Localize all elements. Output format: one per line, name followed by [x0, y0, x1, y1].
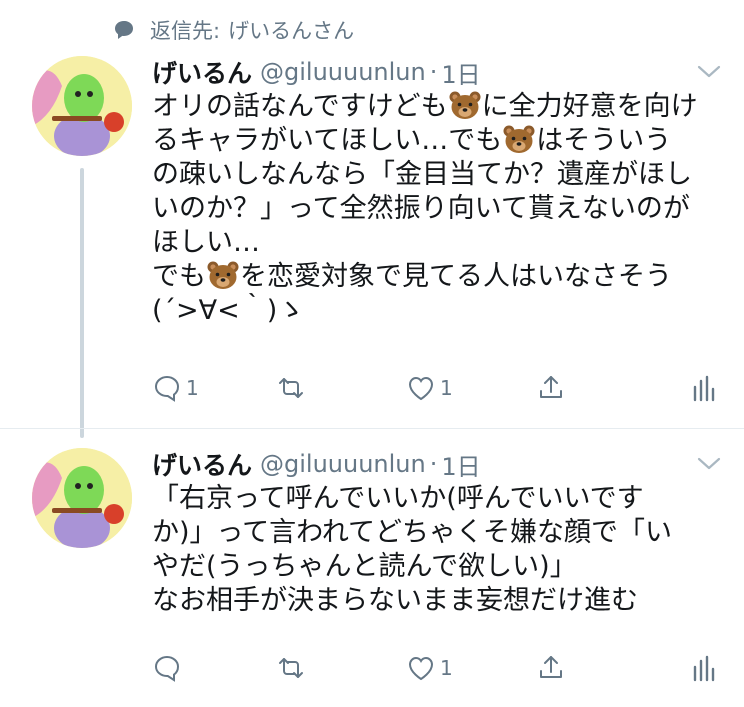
- tweet-text-line: でも を恋愛対象で見てる人はいなさそう: [152, 260, 722, 294]
- tweet-text-segment: に全力好意を向け: [481, 91, 698, 122]
- stats-icon: [693, 375, 715, 402]
- speech-bubble-icon: [115, 21, 133, 39]
- tweet-text-segment: か)」って言われてどちゃくそ嫌な顔で「い: [152, 517, 673, 548]
- timestamp[interactable]: 1日: [441, 55, 480, 90]
- retweet-icon: [279, 658, 303, 678]
- tweet-text-segment: ほしい…: [152, 227, 260, 258]
- retweet-button[interactable]: [276, 368, 310, 408]
- reply-icon: [154, 655, 180, 682]
- tweet-text-line: オリの話なんですけども に全力好意を向け: [152, 90, 722, 124]
- tweet-text-segment: 「右京って呼んでいいか(呼んでいいです: [152, 483, 644, 514]
- reply-context[interactable]: 返信先: げいるんさん: [112, 14, 354, 46]
- tweet-text-line: の疎いしなんなら「金目当てか？遺産がほし: [152, 158, 722, 192]
- avatar[interactable]: [32, 448, 132, 548]
- tweet-text-segment: の疎いしなんなら「金目当てか？遺産がほし: [152, 159, 692, 190]
- retweet-button[interactable]: [276, 648, 310, 688]
- tweet-text-line: ほしい…: [152, 226, 722, 260]
- reply-button[interactable]: 1: [152, 368, 199, 408]
- user-name[interactable]: げいるん: [152, 54, 252, 90]
- user-name[interactable]: げいるん: [152, 446, 252, 482]
- chevron-down-icon[interactable]: [696, 454, 722, 474]
- reply-context-target[interactable]: げいるんさん: [228, 15, 354, 45]
- avatar-image: [32, 56, 132, 156]
- like-button[interactable]: 1: [406, 368, 453, 408]
- reply-icon: [154, 375, 180, 402]
- tweet-text: 「右京って呼んでいいか(呼んでいいです か)」って言われてどちゃくそ嫌な顔で「いや…: [152, 482, 722, 618]
- thread-line: [80, 168, 84, 438]
- tweet-text-line: やだ(うっちゃんと読んで欲しい)」: [152, 550, 722, 584]
- chevron-down-icon[interactable]: [696, 62, 722, 82]
- bear-emoji: [449, 91, 481, 119]
- tweet-text-line: 「右京って呼んでいいか(呼んでいいです: [152, 482, 722, 516]
- heart-icon: [408, 376, 434, 401]
- like-button[interactable]: 1: [406, 648, 453, 688]
- separator-dot: ·: [429, 450, 438, 478]
- tweet-text-line: いのか？」って全然振り向いて貰えないのが: [152, 192, 722, 226]
- heart-icon: [408, 656, 434, 681]
- avatar[interactable]: [32, 56, 132, 156]
- tweet-text-segment: (´>∀<｀)ゝ: [152, 295, 305, 326]
- tweet-text-segment: やだ(うっちゃんと読んで欲しい)」: [152, 551, 577, 582]
- tweet[interactable]: げいるん @giluuuunlun · 1日 「右京って呼んでいいか(呼んでいい…: [0, 440, 744, 707]
- tweet-header: げいるん @giluuuunlun · 1日: [152, 446, 481, 482]
- share-icon: [540, 656, 562, 678]
- like-count: 1: [440, 376, 453, 400]
- stats-icon: [693, 655, 715, 682]
- separator-dot: ·: [429, 58, 438, 86]
- tweet-text-segment: でも: [152, 261, 206, 292]
- tweet-actions: 1 1: [152, 368, 722, 408]
- tweet-actions: 1: [152, 648, 722, 688]
- reply-count: 1: [186, 376, 199, 400]
- tweet-text-line: か)」って言われてどちゃくそ嫌な顔で「い: [152, 516, 722, 550]
- timestamp[interactable]: 1日: [441, 447, 480, 482]
- tweet-text: オリの話なんですけども に全力好意を向け るキャラがいてほしい…でも はそういう の疎い…: [152, 90, 722, 328]
- tweet-text-segment: はそういう: [536, 125, 672, 156]
- avatar-image: [32, 448, 132, 548]
- tweet-text-line: るキャラがいてほしい…でも はそういう: [152, 124, 722, 158]
- retweet-icon: [279, 378, 303, 398]
- tweet-text-segment: るキャラがいてほしい…でも: [152, 125, 503, 156]
- share-button[interactable]: [536, 368, 566, 408]
- tweet-text-segment: なお相手が決まらないまま妄想だけ進む: [152, 585, 638, 616]
- share-button[interactable]: [536, 648, 566, 688]
- like-count: 1: [440, 656, 453, 680]
- reply-context-prefix: 返信先:: [150, 19, 221, 43]
- user-handle[interactable]: @giluuuunlun: [260, 450, 426, 478]
- tweet-text-line: なお相手が決まらないまま妄想だけ進む: [152, 584, 722, 618]
- share-icon: [540, 376, 562, 398]
- tweet-text-line: (´>∀<｀)ゝ: [152, 294, 722, 328]
- tweet-text-segment: を恋愛対象で見てる人はいなさそう: [240, 261, 672, 292]
- tweet-text-segment: オリの話なんですけども: [152, 91, 448, 122]
- tweet[interactable]: げいるん @giluuuunlun · 1日 オリの話なんですけども に全力好意を…: [0, 48, 744, 438]
- tweet-text-segment: いのか？」って全然振り向いて貰えないのが: [152, 193, 690, 224]
- tweet-header: げいるん @giluuuunlun · 1日: [152, 54, 481, 90]
- user-handle[interactable]: @giluuuunlun: [260, 58, 426, 86]
- bear-emoji: [207, 261, 239, 289]
- divider: [0, 428, 744, 429]
- stats-button[interactable]: [688, 368, 718, 408]
- bear-emoji: [503, 125, 535, 153]
- reply-button[interactable]: [152, 648, 186, 688]
- stats-button[interactable]: [688, 648, 718, 688]
